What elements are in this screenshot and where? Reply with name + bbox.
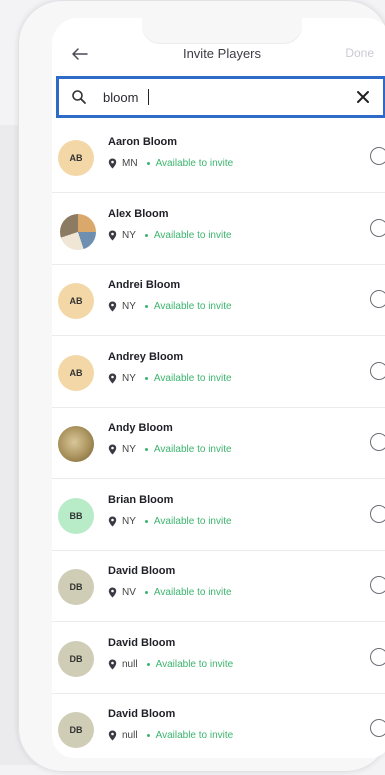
map-pin-icon — [108, 158, 117, 169]
select-radio[interactable] — [370, 433, 385, 451]
player-name: Brian Bloom — [108, 493, 174, 506]
done-button[interactable]: Done — [345, 46, 374, 60]
status-dot — [146, 662, 150, 666]
availability-status: Available to invite — [153, 229, 232, 241]
player-row[interactable]: Andy Bloom NY Available to invite — [52, 408, 385, 479]
availability-status: Available to invite — [153, 587, 232, 598]
avatar — [58, 211, 98, 252]
player-row[interactable]: DB David Bloom null Available to invite — [52, 623, 385, 694]
player-meta: NY Available to invite — [108, 444, 232, 455]
availability-status: Available to invite — [153, 301, 232, 312]
player-row[interactable]: AB Aaron Bloom MN Available to invite — [52, 122, 385, 193]
select-radio[interactable] — [370, 719, 385, 737]
player-location: NY — [122, 301, 136, 312]
select-radio[interactable] — [370, 576, 385, 594]
map-pin-icon — [108, 444, 117, 455]
player-row[interactable]: BB Brian Bloom NY Available to invite — [52, 480, 385, 551]
player-name: Andrey Bloom — [108, 350, 184, 363]
player-location: null — [122, 730, 138, 741]
availability-status: Available to invite — [155, 730, 234, 741]
nav-header: Invite Players Done — [52, 40, 385, 70]
map-pin-icon — [108, 730, 117, 741]
availability-status: Available to invite — [155, 158, 234, 169]
player-name: David Bloom — [108, 636, 176, 649]
status-dot — [144, 233, 148, 237]
map-pin-icon — [108, 373, 117, 383]
select-radio[interactable] — [370, 218, 385, 237]
map-pin-icon — [108, 230, 117, 240]
avatar: BB — [58, 497, 94, 534]
player-name: David Bloom — [108, 708, 176, 720]
select-radio[interactable] — [370, 647, 385, 666]
player-row[interactable]: DB David Bloom NV Available to invite — [52, 551, 385, 622]
close-icon[interactable] — [355, 89, 371, 105]
player-location: NY — [122, 229, 136, 241]
status-dot — [146, 162, 150, 165]
player-location: NY — [122, 372, 136, 384]
avatar: AB — [58, 354, 94, 391]
player-name: Andy Bloom — [108, 422, 173, 434]
avatar: AB — [58, 140, 94, 176]
avatar: DB — [58, 640, 94, 677]
player-row[interactable]: Alex Bloom NY Available to invite — [52, 194, 385, 265]
status-dot — [144, 448, 148, 451]
player-location: NY — [122, 444, 136, 455]
select-radio[interactable] — [370, 290, 385, 308]
avatar: DB — [58, 569, 94, 605]
map-pin-icon — [108, 659, 117, 669]
player-row[interactable]: AB Andrey Bloom NY Available to invite — [52, 337, 385, 408]
player-row[interactable]: DB David Bloom null Available to invite — [52, 694, 385, 758]
player-meta: NV Available to invite — [108, 587, 232, 598]
player-meta: null Available to invite — [108, 730, 233, 741]
status-dot — [144, 591, 148, 594]
player-location: NV — [122, 587, 136, 598]
player-name: Aaron Bloom — [108, 136, 178, 148]
avatar: DB — [58, 712, 94, 748]
status-dot — [144, 305, 148, 308]
search-input[interactable] — [103, 86, 343, 108]
availability-status: Available to invite — [153, 515, 232, 527]
text-caret — [148, 89, 149, 105]
phone-frame: Invite Players Done AB Aaron Bloom MN Avail… — [18, 0, 385, 772]
map-pin-icon — [108, 301, 117, 312]
select-radio[interactable] — [370, 504, 385, 523]
app-screen: Invite Players Done AB Aaron Bloom MN Avail… — [52, 18, 385, 758]
select-radio[interactable] — [370, 361, 385, 380]
player-name: Alex Bloom — [108, 207, 169, 220]
status-dot — [144, 519, 148, 523]
search-bar — [56, 76, 385, 118]
player-name: Andrei Bloom — [108, 279, 181, 291]
page-title: Invite Players — [182, 46, 262, 61]
search-icon — [72, 90, 86, 104]
player-meta: NY Available to invite — [108, 516, 232, 527]
player-location: null — [122, 658, 138, 670]
avatar — [58, 426, 94, 462]
player-meta: null Available to invite — [108, 659, 233, 670]
status-dot — [146, 734, 150, 737]
player-meta: NY Available to invite — [108, 301, 232, 312]
select-radio[interactable] — [370, 147, 385, 165]
player-meta: NY Available to invite — [108, 373, 232, 384]
availability-status: Available to invite — [153, 444, 232, 455]
player-meta: NY Available to invite — [108, 230, 232, 241]
player-list: AB Aaron Bloom MN Available to invite Alex B… — [52, 122, 385, 758]
availability-status: Available to invite — [155, 658, 234, 670]
player-meta: MN Available to invite — [108, 158, 233, 169]
player-location: MN — [122, 158, 138, 169]
player-row[interactable]: AB Andrei Bloom NY Available to invite — [52, 265, 385, 336]
status-dot — [144, 376, 148, 380]
map-pin-icon — [108, 587, 117, 598]
player-name: David Bloom — [108, 565, 176, 577]
player-location: NY — [122, 515, 136, 527]
map-pin-icon — [108, 516, 117, 526]
avatar: AB — [58, 283, 94, 319]
availability-status: Available to invite — [153, 372, 232, 384]
